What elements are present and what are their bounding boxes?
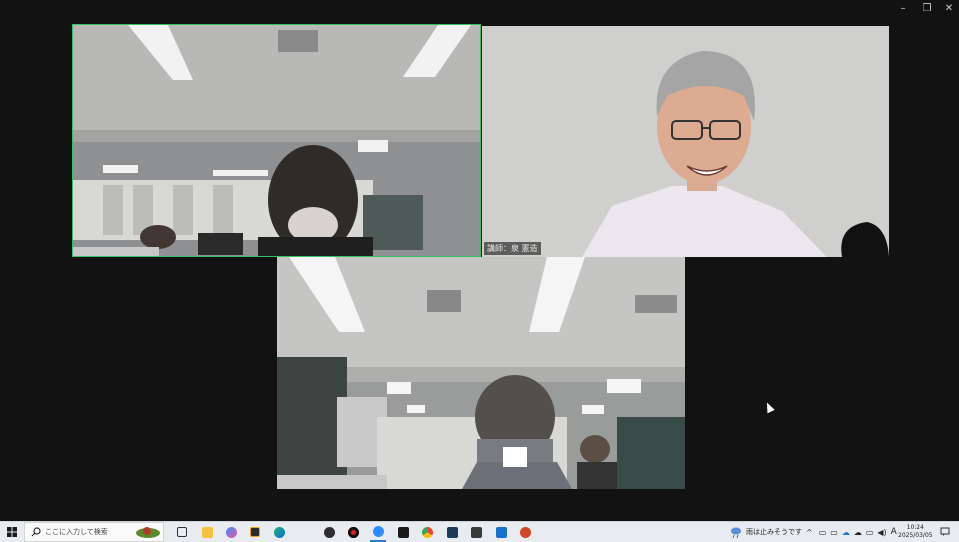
video-tile-participant-1[interactable]: [73, 25, 481, 257]
app-grid-icon: [470, 526, 482, 538]
search-highlight-icon: [136, 527, 160, 538]
taskbar-app-dark[interactable]: [321, 522, 337, 542]
ime-indicator[interactable]: A: [891, 527, 897, 537]
rain-cloud-icon: [731, 527, 741, 538]
minimize-button[interactable]: –: [892, 0, 914, 16]
network-icon[interactable]: ▭: [819, 528, 827, 537]
file-explorer-icon: [201, 526, 213, 538]
taskbar-app-copilot[interactable]: [223, 522, 239, 542]
copilot-icon: [225, 526, 237, 538]
taskbar-app-task-view[interactable]: [174, 522, 190, 542]
taskbar-app-edge[interactable]: [271, 522, 287, 542]
taskbar-app-orange[interactable]: [247, 522, 263, 542]
app-orange-icon: [250, 527, 260, 537]
video-tile-lecturer[interactable]: 講師：泉 憲造: [482, 26, 889, 257]
system-tray: ^ ▭ ▭ ☁ ☁ ▭ ◀) A: [806, 522, 897, 542]
lecturer-name-label: 講師：泉 憲造: [484, 242, 541, 255]
weather-widget[interactable]: 雨は止みそうです: [730, 522, 802, 542]
taskbar-app-chrome[interactable]: [419, 522, 435, 542]
participant-name-bar: [277, 475, 387, 489]
office-video-frame-2: [277, 257, 685, 489]
taskbar-app-black[interactable]: [395, 522, 411, 542]
app-blue-icon: [446, 526, 458, 538]
clock[interactable]: 10:24 2025/03/05: [898, 522, 933, 542]
clock-date: 2025/03/05: [898, 532, 933, 539]
close-button[interactable]: ✕: [938, 0, 959, 16]
chevron-up-icon[interactable]: ^: [806, 528, 813, 537]
notifications-button[interactable]: [936, 522, 954, 542]
windows-logo-icon: [7, 527, 17, 537]
onedrive-icon[interactable]: ☁: [842, 528, 850, 537]
taskbar: ここに入力して検索 雨は止みそうです ^ ▭ ▭ ☁ ☁ ▭ ◀) A 10:2…: [0, 521, 959, 542]
taskbar-search-box[interactable]: ここに入力して検索: [24, 522, 164, 542]
search-placeholder: ここに入力して検索: [45, 528, 108, 536]
search-icon: [31, 527, 41, 537]
taskbar-app-powerpoint[interactable]: [517, 522, 533, 542]
volume-icon[interactable]: ◀): [877, 528, 886, 537]
lecturer-video-frame: [482, 26, 889, 257]
chrome-icon: [421, 526, 433, 538]
taskbar-app-grid[interactable]: [468, 522, 484, 542]
taskbar-app-zoom[interactable]: [370, 522, 386, 542]
zoom-icon: [372, 525, 384, 537]
cloud-icon[interactable]: ☁: [854, 528, 862, 537]
taskbar-app-record[interactable]: [345, 522, 361, 542]
office-video-frame: [73, 25, 481, 257]
restore-button[interactable]: ❐: [916, 0, 938, 16]
participant-name-bar: [73, 247, 159, 257]
video-tile-participant-3[interactable]: [277, 257, 685, 489]
windows-start-button[interactable]: [2, 522, 22, 542]
taskbar-app-outlook[interactable]: [493, 522, 509, 542]
edge-icon: [273, 526, 285, 538]
display-icon[interactable]: ▭: [830, 528, 838, 537]
outlook-icon: [495, 526, 507, 538]
taskbar-app-blue[interactable]: [444, 522, 460, 542]
app-dark-icon: [323, 526, 335, 538]
wifi-icon[interactable]: ▭: [866, 528, 874, 537]
record-icon: [347, 526, 359, 538]
powerpoint-icon: [519, 526, 531, 538]
clock-time: 10:24: [906, 524, 924, 531]
weather-text: 雨は止みそうです: [746, 528, 802, 536]
mouse-cursor: [763, 400, 775, 414]
task-view-icon: [177, 527, 187, 537]
app-black-icon: [397, 526, 409, 538]
notification-icon: [940, 527, 950, 536]
taskbar-app-explorer[interactable]: [199, 522, 215, 542]
